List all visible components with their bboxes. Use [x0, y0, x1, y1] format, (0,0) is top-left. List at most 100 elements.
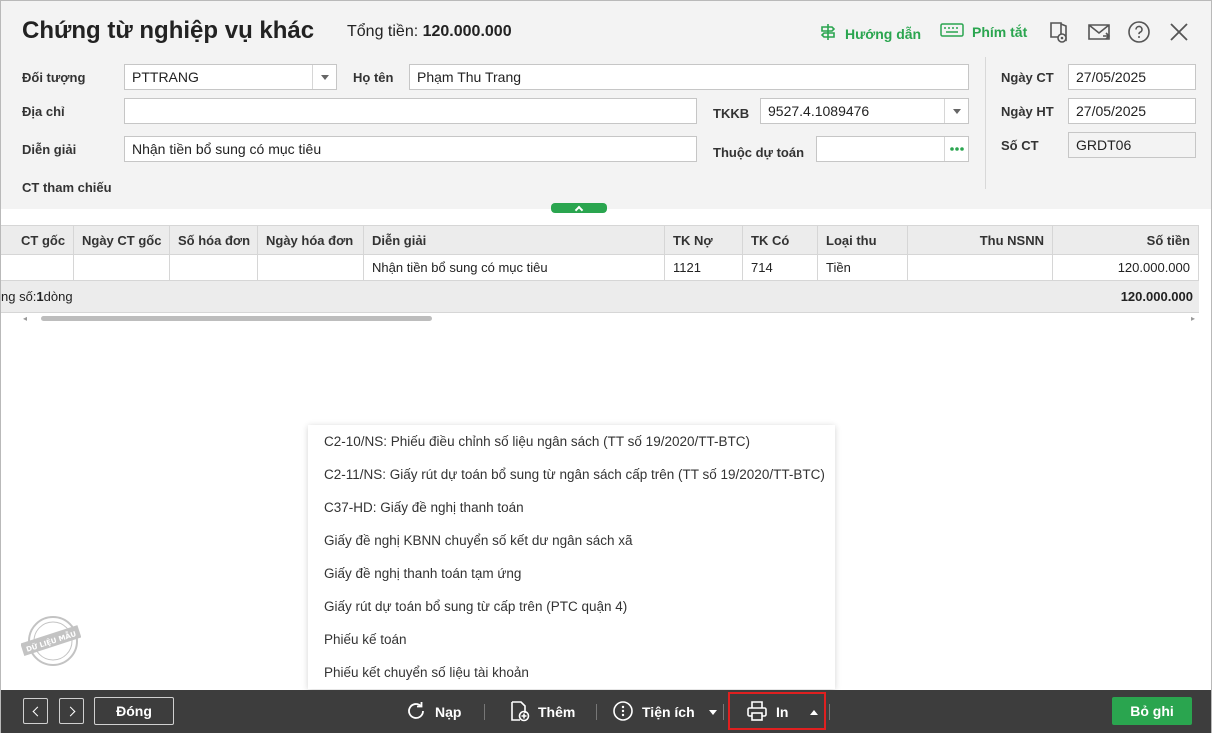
unpost-button[interactable]: Bỏ ghi: [1112, 697, 1192, 725]
row-count: ng số: 1 dòng: [1, 281, 1053, 312]
ho-ten-value: Phạm Thu Trang: [417, 69, 522, 85]
chevron-left-icon: [32, 706, 42, 716]
cell-loai-thu[interactable]: Tiền: [818, 255, 908, 280]
grand-total: 120.000.000: [1120, 289, 1193, 304]
col-ngay-ct-goc[interactable]: Ngày CT gốc: [74, 226, 170, 254]
utility-icon: [612, 700, 634, 725]
reload-button[interactable]: Nạp: [405, 699, 461, 725]
chevron-up-icon: [574, 205, 584, 214]
keyboard-icon: [940, 23, 964, 40]
ngay-ht-field[interactable]: 27/05/2025: [1068, 98, 1196, 124]
cell-dien-giai[interactable]: Nhận tiền bổ sung có mục tiêu: [364, 255, 665, 280]
shortcut-link[interactable]: Phím tắt: [940, 23, 1027, 40]
utility-button[interactable]: Tiện ích: [612, 699, 717, 725]
preview-icon[interactable]: [1047, 20, 1071, 44]
page-title: Chứng từ nghiệp vụ khác: [22, 17, 315, 44]
cell-tk-co[interactable]: 714: [743, 255, 818, 280]
guide-icon: [819, 23, 837, 44]
help-icon[interactable]: [1127, 20, 1151, 44]
col-ngay-hoa-don[interactable]: Ngày hóa đơn: [258, 226, 364, 254]
row-count-value: 1: [36, 289, 44, 304]
scrollbar-thumb[interactable]: [41, 316, 432, 321]
cell-ngay-ct-goc[interactable]: [74, 255, 170, 280]
cell-tk-no[interactable]: 1121: [665, 255, 743, 280]
so-ct-field[interactable]: GRDT06: [1068, 132, 1196, 158]
cell-thu-nsnn[interactable]: [908, 255, 1053, 280]
tkkb-label: TKKB: [713, 106, 750, 121]
sample-data-stamp: DỮ LIỆU MẪU: [20, 615, 82, 667]
toolbar-separator: [484, 704, 485, 720]
add-button[interactable]: Thêm: [508, 699, 575, 725]
ngay-ct-field[interactable]: 27/05/2025: [1068, 64, 1196, 90]
ngay-ct-value: 27/05/2025: [1076, 69, 1147, 85]
col-tk-no[interactable]: TK Nợ: [665, 226, 743, 254]
shortcut-label: Phím tắt: [972, 23, 1028, 40]
total-label: Tổng tiền:: [347, 23, 419, 40]
menu-item[interactable]: C2-10/NS: Phiếu điều chỉnh số liệu ngân …: [324, 425, 750, 458]
reload-label: Nạp: [435, 704, 462, 720]
refresh-icon: [405, 700, 427, 725]
chevron-down-icon[interactable]: [708, 709, 717, 715]
so-ct-value: GRDT06: [1076, 137, 1132, 153]
col-ct-goc[interactable]: CT gốc: [1, 226, 74, 254]
ngay-ct-label: Ngày CT: [1001, 70, 1054, 85]
doi-tuong-combo[interactable]: PTTRANG: [124, 64, 337, 90]
cell-so-tien[interactable]: 120.000.000: [1053, 255, 1199, 280]
bottom-toolbar: Đóng Nạp Thêm Tiện ích In Bỏ ghi: [1, 690, 1211, 733]
dia-chi-field[interactable]: [124, 98, 697, 124]
toolbar-separator: [723, 704, 724, 720]
ngay-ht-label: Ngày HT: [1001, 104, 1054, 119]
menu-item[interactable]: C37-HD: Giấy đề nghị thanh toán: [324, 491, 524, 524]
add-label: Thêm: [538, 704, 576, 720]
grid-header: CT gốc Ngày CT gốc Số hóa đơn Ngày hóa đ…: [1, 225, 1199, 255]
doi-tuong-value: PTTRANG: [132, 69, 199, 85]
menu-item[interactable]: Giấy đề nghị thanh toán tạm ứng: [324, 557, 521, 590]
voucher-window: Chứng từ nghiệp vụ khác Tổng tiền: 120.0…: [0, 0, 1212, 733]
dien-giai-label: Diễn giải: [22, 142, 77, 157]
cell-ct-goc[interactable]: [1, 255, 74, 280]
horizontal-scrollbar[interactable]: ◂ ▸: [21, 314, 1197, 323]
close-icon[interactable]: [1167, 20, 1191, 44]
chevron-down-icon[interactable]: [944, 99, 968, 123]
col-thu-nsnn[interactable]: Thu NSNN: [908, 226, 1053, 254]
so-ct-label: Số CT: [1001, 138, 1039, 153]
scroll-right-icon[interactable]: ▸: [1191, 314, 1195, 323]
add-document-icon: [508, 700, 530, 725]
dien-giai-value: Nhận tiền bổ sung có mục tiêu: [132, 141, 322, 157]
thuoc-du-toan-field[interactable]: [816, 136, 969, 162]
total-value: 120.000.000: [422, 23, 512, 40]
print-highlight: [728, 692, 826, 730]
cell-so-hoa-don[interactable]: [170, 255, 258, 280]
menu-item[interactable]: Phiếu kế toán: [324, 623, 407, 656]
row-count-prefix: ng số:: [1, 289, 37, 304]
menu-item[interactable]: Phiếu kết chuyển số liệu tài khoản: [324, 656, 529, 689]
row-count-suffix: dòng: [43, 289, 73, 304]
more-options-icon[interactable]: [944, 137, 968, 161]
header-form-area: Chứng từ nghiệp vụ khác Tổng tiền: 120.0…: [1, 1, 1211, 209]
chevron-down-icon[interactable]: [312, 65, 336, 89]
next-button[interactable]: [59, 698, 84, 724]
ho-ten-field[interactable]: Phạm Thu Trang: [409, 64, 969, 90]
previous-button[interactable]: [23, 698, 48, 724]
cell-ngay-hoa-don[interactable]: [258, 255, 364, 280]
col-loai-thu[interactable]: Loại thu: [818, 226, 908, 254]
table-row[interactable]: Nhận tiền bổ sung có mục tiêu 1121 714 T…: [1, 255, 1199, 281]
ho-ten-label: Họ tên: [353, 70, 394, 85]
menu-item[interactable]: C2-11/NS: Giấy rút dự toán bổ sung từ ng…: [324, 458, 825, 491]
menu-item[interactable]: Giấy rút dự toán bổ sung từ cấp trên (PT…: [324, 590, 627, 623]
scroll-left-icon[interactable]: ◂: [23, 314, 27, 323]
tkkb-combo[interactable]: 9527.4.1089476: [760, 98, 969, 124]
close-button[interactable]: Đóng: [94, 697, 174, 725]
dien-giai-field[interactable]: Nhận tiền bổ sung có mục tiêu: [124, 136, 697, 162]
col-dien-giai[interactable]: Diễn giải: [364, 226, 665, 254]
mail-icon[interactable]: [1087, 20, 1111, 44]
col-so-tien[interactable]: Số tiền: [1053, 226, 1199, 254]
guide-link[interactable]: Hướng dẫn: [819, 23, 921, 44]
col-tk-co[interactable]: TK Có: [743, 226, 818, 254]
col-so-hoa-don[interactable]: Số hóa đơn: [170, 226, 258, 254]
menu-item[interactable]: Giấy đề nghị KBNN chuyển số kết dư ngân …: [324, 524, 632, 557]
collapse-toggle[interactable]: [551, 203, 607, 214]
divider: [985, 57, 986, 189]
ct-tham-chieu-label: CT tham chiếu: [22, 180, 112, 195]
thuoc-du-toan-label: Thuộc dự toán: [713, 145, 805, 160]
